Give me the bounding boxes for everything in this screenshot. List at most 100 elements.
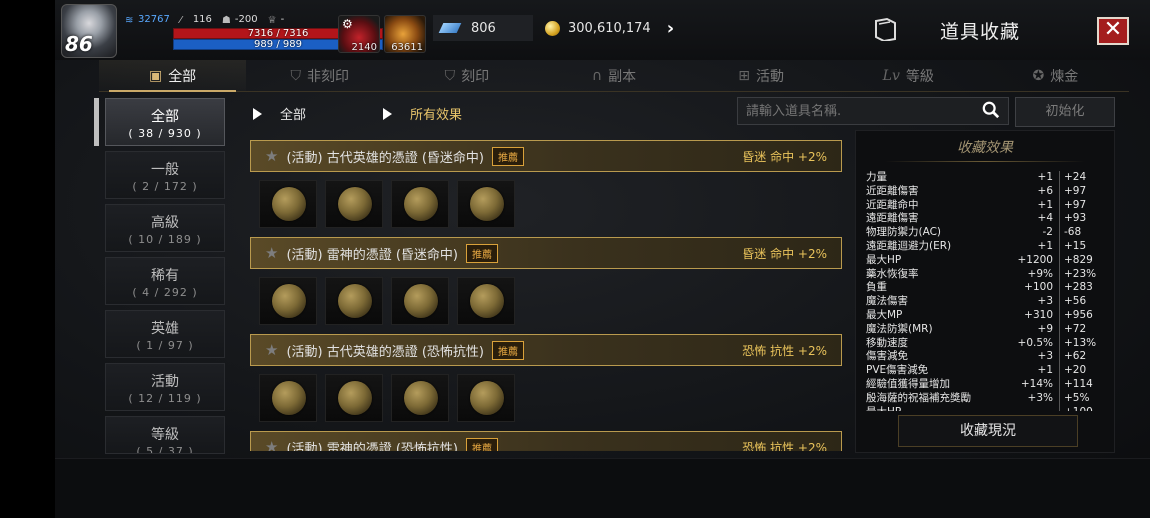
effect-value: +1	[1004, 198, 1060, 213]
power-icon: ≋	[125, 15, 134, 26]
close-button[interactable]: ✕	[1097, 17, 1129, 45]
effect-row: 殷海薩的祝福補充獎勵 +3% +5%	[866, 391, 1106, 406]
category-all[interactable]: 全部 ( 38 / 930 )	[105, 98, 225, 146]
item-slot[interactable]	[259, 277, 317, 325]
item-slot[interactable]	[325, 180, 383, 228]
tab-label: 活動	[756, 68, 784, 85]
gold-currency: 300,610,174 ›	[539, 15, 695, 41]
effect-total: +72	[1064, 322, 1087, 335]
effect-total: +97	[1064, 184, 1087, 197]
effect-row: 經驗值獲得量增加 +14% +114	[866, 377, 1106, 392]
effect-value: +3%	[1004, 391, 1060, 406]
category-rare[interactable]: 稀有 ( 4 / 292 )	[105, 257, 225, 305]
trophy-icon: ♕	[267, 15, 277, 26]
scroll-indicator[interactable]	[94, 98, 99, 146]
collection-name: (活動) 古代英雄的憑證 (昏迷命中)	[286, 150, 485, 166]
tab-engraved[interactable]: ⛉ 刻印	[393, 60, 540, 91]
tab-label: 煉金	[1050, 68, 1079, 85]
category-common[interactable]: 一般 ( 2 / 172 )	[105, 151, 225, 199]
stat-a-value: 116	[192, 14, 212, 25]
collection-list[interactable]: ★ (活動) 古代英雄的憑證 (昏迷命中) 推薦 昏迷 命中 +2% ★ (活動…	[245, 133, 850, 451]
coin-item-icon	[272, 284, 306, 318]
recommended-badge: 推薦	[492, 340, 525, 360]
effect-value: +1	[1004, 364, 1060, 378]
item-slot[interactable]	[259, 374, 317, 422]
item-slot[interactable]	[457, 277, 515, 325]
effect-value: +310	[1004, 308, 1060, 323]
item-slot[interactable]	[391, 277, 449, 325]
effect-total: -68	[1064, 226, 1082, 239]
category-count: ( 2 / 172 )	[132, 180, 198, 193]
collection-group-header[interactable]: ★ (活動) 古代英雄的憑證 (恐怖抗性) 推薦 恐怖 抗性 +2%	[250, 334, 842, 366]
tab-alchemy[interactable]: ✪ 煉金	[982, 60, 1129, 91]
tab-level[interactable]: Lv 等級	[835, 60, 982, 91]
potion-slot-2[interactable]: 63611	[384, 15, 426, 53]
item-slot[interactable]	[259, 180, 317, 228]
collection-group-header[interactable]: ★ (活動) 雷神的憑證 (恐怖抗性) 推薦 恐怖 抗性 +2%	[250, 431, 842, 451]
tab-label: 全部	[168, 68, 197, 85]
effect-row: 魔法防禦(MR) +9 +72	[866, 322, 1106, 337]
category-event[interactable]: 活動 ( 12 / 119 )	[105, 363, 225, 411]
tab-non-engraved[interactable]: ⛉ 非刻印	[246, 60, 393, 91]
collection-status-button[interactable]: 收藏現況	[898, 415, 1078, 447]
potion-slot-1[interactable]: ⚙ 2140	[338, 15, 380, 53]
star-circle-icon: ✪	[1032, 67, 1045, 84]
item-slot[interactable]	[325, 374, 383, 422]
tab-label: 副本	[608, 68, 637, 85]
search-input[interactable]	[738, 98, 978, 124]
favorite-star-icon[interactable]: ★	[265, 244, 278, 262]
chevron-right-icon[interactable]: ›	[667, 18, 674, 39]
favorite-star-icon[interactable]: ★	[265, 438, 278, 451]
collection-effect: 恐怖 抗性 +2%	[742, 440, 827, 452]
effect-filter[interactable]: 所有效果	[383, 104, 462, 123]
collection-group-header[interactable]: ★ (活動) 雷神的憑證 (昏迷命中) 推薦 昏迷 命中 +2%	[250, 237, 842, 269]
item-slot[interactable]	[391, 374, 449, 422]
tab-dungeon[interactable]: ∩ 副本	[540, 60, 687, 91]
effect-name: 經驗值獲得量增加	[866, 377, 950, 390]
coin-item-icon	[470, 381, 504, 415]
effect-total: +5%	[1064, 391, 1090, 404]
category-count: ( 10 / 189 )	[128, 233, 202, 246]
effect-row: 力量 +1 +24	[866, 171, 1106, 185]
stat-b: ☗ -200	[222, 14, 258, 26]
item-slot[interactable]	[457, 374, 515, 422]
stat-c-value: -	[280, 14, 285, 25]
collection-group-header[interactable]: ★ (活動) 古代英雄的憑證 (昏迷命中) 推薦 昏迷 命中 +2%	[250, 140, 842, 172]
effect-row: 遠距離迴避力(ER) +1 +15	[866, 239, 1106, 254]
play-triangle-icon	[383, 107, 392, 120]
effect-name: 移動速度	[866, 336, 908, 349]
power-value: 32767	[138, 14, 170, 25]
favorite-star-icon[interactable]: ★	[265, 147, 278, 165]
recommended-badge: 推薦	[466, 243, 499, 263]
tab-event[interactable]: ⊞ 活動	[688, 60, 835, 91]
effect-total: +283	[1064, 281, 1093, 294]
effect-row: 最大HP +1200 +829	[866, 253, 1106, 268]
grade-filter[interactable]: 全部	[253, 104, 306, 123]
category-name: 等級	[151, 427, 179, 443]
coin-item-icon	[338, 381, 372, 415]
effect-row: 最大MP +310 +956	[866, 308, 1106, 323]
category-hero[interactable]: 英雄 ( 1 / 97 )	[105, 310, 225, 358]
item-slot[interactable]	[325, 277, 383, 325]
gem-count: 806	[471, 20, 496, 36]
effect-row: 移動速度 +0.5% +13%	[866, 336, 1106, 351]
tab-label: 等級	[905, 68, 934, 85]
item-slot[interactable]	[457, 180, 515, 228]
effects-list[interactable]: 力量 +1 +24 近距離傷害 +6 +97 近距離命中 +1 +97 遠距離傷害 +4 +93 物理防…	[866, 171, 1106, 411]
effect-row: 近距離命中 +1 +97	[866, 198, 1106, 213]
gear-icon[interactable]: ⚙	[342, 17, 353, 31]
effect-total: +93	[1064, 212, 1087, 225]
effect-value: +0.5%	[1004, 336, 1060, 351]
search-icon[interactable]	[982, 101, 1000, 119]
player-stats: ≋ 32767 ⁄ 116 ☗ -200 ♕ -	[125, 14, 284, 26]
favorite-star-icon[interactable]: ★	[265, 341, 278, 359]
reset-button[interactable]: 初始化	[1015, 97, 1115, 127]
effect-name: 最大HP	[866, 406, 1004, 411]
item-slot[interactable]	[391, 180, 449, 228]
tab-all[interactable]: ▣ 全部	[99, 60, 247, 92]
category-advanced[interactable]: 高級 ( 10 / 189 )	[105, 204, 225, 252]
effect-row: 傷害減免 +3 +62	[866, 350, 1106, 365]
collection-name: (活動) 雷神的憑證 (昏迷命中)	[286, 247, 459, 263]
effect-total: +956	[1064, 308, 1093, 321]
category-level[interactable]: 等級 ( 5 / 37 )	[105, 416, 225, 454]
